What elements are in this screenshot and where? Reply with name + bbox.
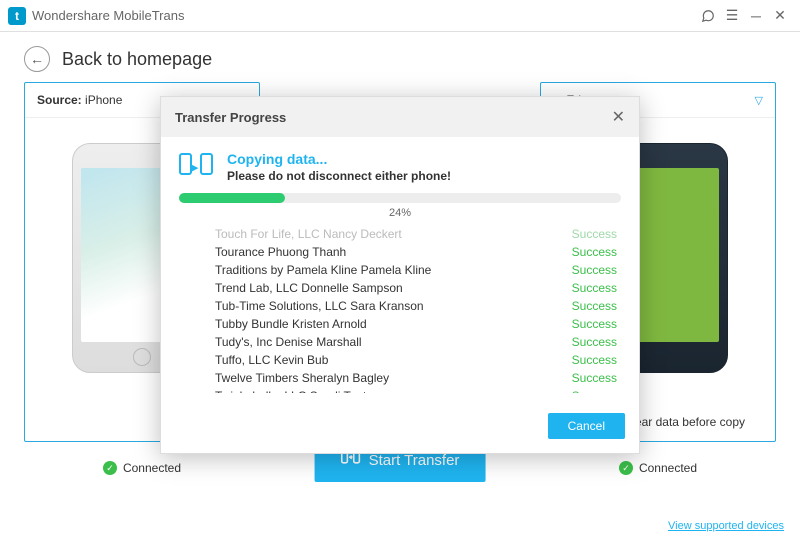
item-name: Tuffo, LLC Kevin Bub <box>215 353 328 367</box>
list-item: Traditions by Pamela Kline Pamela Kline S… <box>215 261 617 279</box>
list-item: Tourance Phuong Thanh Success <box>215 243 617 261</box>
list-item: Touch For Life, LLC Nancy Deckert Success <box>215 225 617 243</box>
item-status: Success <box>572 317 617 331</box>
item-name: Touch For Life, LLC Nancy Deckert <box>215 227 402 241</box>
list-item: Tudy's, Inc Denise Marshall Success <box>215 333 617 351</box>
item-name: Tourance Phuong Thanh <box>215 245 346 259</box>
item-status: Success <box>572 335 617 349</box>
list-item: Tuffo, LLC Kevin Bub Success <box>215 351 617 369</box>
progress-fill <box>179 193 285 203</box>
item-status: Success <box>572 371 617 385</box>
item-status: Success <box>572 281 617 295</box>
item-name: Trend Lab, LLC Donnelle Sampson <box>215 281 403 295</box>
dialog-header: Transfer Progress ✕ <box>161 97 639 137</box>
copying-label: Copying data... <box>227 151 451 167</box>
item-status: Success <box>572 299 617 313</box>
warning-label: Please do not disconnect either phone! <box>227 169 451 183</box>
transfer-progress-dialog: Transfer Progress ✕ ▶ Copying data... Pl… <box>160 96 640 454</box>
item-name: Twinkabella, LLC Sandi Tagtmeyer <box>215 389 400 393</box>
progress-percent: 24% <box>179 207 621 219</box>
list-item: Tubby Bundle Kristen Arnold Success <box>215 315 617 333</box>
item-status: Success <box>572 227 617 241</box>
item-status: Success <box>572 245 617 259</box>
item-name: Twelve Timbers Sheralyn Bagley <box>215 371 389 385</box>
item-status: Success <box>572 353 617 367</box>
item-status: Success <box>572 263 617 277</box>
item-name: Traditions by Pamela Kline Pamela Kline <box>215 263 431 277</box>
transfer-icon: ▶ <box>179 151 213 179</box>
list-item: Twelve Timbers Sheralyn Bagley Success <box>215 369 617 387</box>
item-name: Tudy's, Inc Denise Marshall <box>215 335 362 349</box>
list-item: Trend Lab, LLC Donnelle Sampson Success <box>215 279 617 297</box>
item-name: Tubby Bundle Kristen Arnold <box>215 317 367 331</box>
progress-bar <box>179 193 621 203</box>
transfer-list[interactable]: Touch For Life, LLC Nancy Deckert Success… <box>179 225 621 393</box>
dialog-close-button[interactable]: ✕ <box>612 107 625 127</box>
list-item: Twinkabella, LLC Sandi Tagtmeyer Success <box>215 387 617 393</box>
list-item: Tub-Time Solutions, LLC Sara Kranson Succ… <box>215 297 617 315</box>
item-name: Tub-Time Solutions, LLC Sara Kranson <box>215 299 424 313</box>
cancel-button[interactable]: Cancel <box>548 413 625 439</box>
dialog-title: Transfer Progress <box>175 110 286 125</box>
item-status: Success <box>572 389 617 393</box>
